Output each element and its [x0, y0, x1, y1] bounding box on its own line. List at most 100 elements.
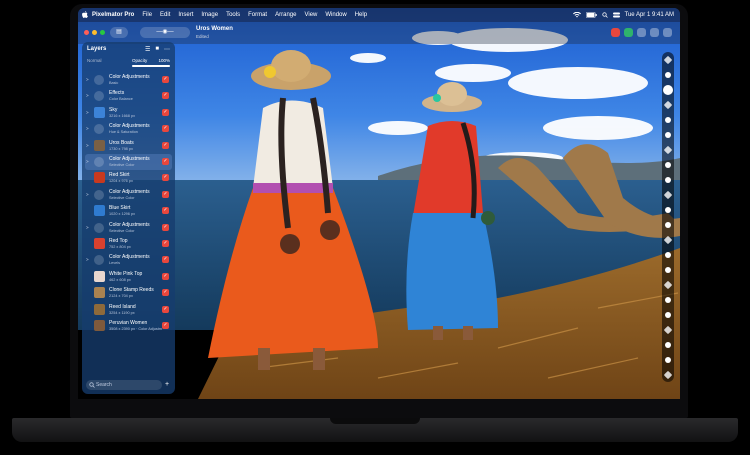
dodge-tool-icon[interactable]: [665, 297, 671, 303]
menu-insert[interactable]: Insert: [178, 12, 193, 18]
visibility-checkbox[interactable]: ✓: [162, 125, 169, 133]
visibility-checkbox[interactable]: ✓: [162, 240, 169, 247]
screen: Pixelmator Pro File Edit Insert Image To…: [78, 8, 680, 399]
format-icon[interactable]: [650, 28, 659, 37]
layer-row[interactable]: > Sky 3216 x 1668 px ✓: [85, 105, 172, 121]
tools-icon[interactable]: [663, 28, 672, 37]
disclosure-chevron-icon[interactable]: >: [86, 257, 89, 262]
menu-image[interactable]: Image: [201, 12, 218, 18]
paint-bucket-icon[interactable]: [665, 177, 671, 183]
gradient-tool-icon[interactable]: [663, 190, 673, 200]
visibility-checkbox[interactable]: ✓: [162, 141, 169, 149]
visibility-checkbox[interactable]: ✓: [162, 207, 169, 215]
red-eye-tool-icon[interactable]: [663, 325, 673, 335]
layers-square-icon[interactable]: ■: [155, 46, 159, 53]
disclosure-chevron-icon[interactable]: >: [86, 192, 89, 197]
brush-tool-icon[interactable]: [665, 117, 671, 123]
menubar-clock[interactable]: Tue Apr 1 9:41 AM: [625, 12, 674, 18]
layer-row[interactable]: Reed Island 3254 x 1190 px ✓: [85, 302, 172, 318]
more-icon[interactable]: ⋯: [164, 46, 170, 53]
layers-view-icon[interactable]: ☰: [145, 46, 150, 53]
opacity-value[interactable]: 100%: [158, 58, 170, 63]
visibility-checkbox[interactable]: ✓: [162, 289, 169, 297]
add-layer-button[interactable]: +: [163, 380, 171, 390]
disclosure-chevron-icon[interactable]: >: [86, 126, 89, 131]
pen-tool-icon[interactable]: [663, 235, 673, 245]
color-icon[interactable]: [611, 28, 620, 37]
visibility-checkbox[interactable]: ✓: [162, 190, 169, 198]
visibility-checkbox[interactable]: ✓: [162, 256, 169, 264]
menu-view[interactable]: View: [304, 12, 317, 18]
color-picker-icon[interactable]: [663, 370, 673, 380]
visibility-checkbox[interactable]: ✓: [162, 158, 169, 165]
menu-tools[interactable]: Tools: [226, 12, 240, 18]
blend-mode-select[interactable]: Normal: [87, 58, 102, 63]
layer-row[interactable]: > Color Adjustments Basic ✓: [85, 72, 172, 88]
eyedropper-icon[interactable]: [665, 252, 671, 258]
layer-row[interactable]: Red Top 752 x 804 px ✓: [85, 236, 172, 252]
text-tool-icon[interactable]: [665, 222, 671, 228]
layer-row[interactable]: > Uros Boats 1730 x 798 px ✓: [85, 138, 172, 154]
move-tool-icon[interactable]: [663, 55, 673, 65]
layer-row[interactable]: > Color Adjustments Selective Color ✓: [85, 187, 172, 203]
menu-arrange[interactable]: Arrange: [275, 12, 296, 18]
menu-file[interactable]: File: [142, 12, 152, 18]
menu-app-name[interactable]: Pixelmator Pro: [92, 12, 134, 18]
control-center-icon[interactable]: [612, 12, 620, 18]
visibility-checkbox[interactable]: ✓: [162, 92, 169, 100]
disclosure-chevron-icon[interactable]: >: [86, 110, 89, 115]
layer-row[interactable]: Red Skirt 1204 x 976 px ✓: [85, 170, 172, 186]
selection-tool-icon[interactable]: [665, 72, 671, 78]
layer-row[interactable]: > Color Adjustments Selective Color ✓: [85, 220, 172, 236]
layers-header-icons: ☰ ■ ⋯: [145, 46, 170, 53]
layers-search-input[interactable]: Search: [86, 380, 162, 390]
smudge-tool-icon[interactable]: [665, 267, 671, 273]
visibility-checkbox[interactable]: ✓: [162, 174, 169, 182]
opacity-slider[interactable]: [132, 65, 170, 67]
search-icon[interactable]: [601, 12, 608, 18]
close-window-button[interactable]: [84, 30, 89, 35]
crop-tool-icon[interactable]: [663, 100, 673, 110]
battery-icon[interactable]: [585, 12, 597, 18]
sponge-tool-icon[interactable]: [665, 312, 671, 318]
visibility-checkbox[interactable]: ✓: [162, 108, 169, 116]
zoom-window-button[interactable]: [100, 30, 105, 35]
clone-tool-icon[interactable]: [663, 145, 673, 155]
wifi-icon[interactable]: [572, 12, 581, 18]
disclosure-chevron-icon[interactable]: >: [86, 77, 89, 82]
visibility-checkbox[interactable]: ✓: [162, 322, 169, 329]
shape-tool-icon[interactable]: [665, 207, 671, 213]
disclosure-chevron-icon[interactable]: >: [86, 143, 89, 148]
sidebar-toggle-button[interactable]: ▤: [110, 27, 128, 38]
apple-logo-icon[interactable]: [78, 10, 92, 20]
layer-row[interactable]: Peruvian Women 3508 x 2390 px · Color Adj…: [85, 318, 172, 334]
menu-help[interactable]: Help: [355, 12, 367, 18]
menu-format[interactable]: Format: [248, 12, 267, 18]
visibility-checkbox[interactable]: ✓: [162, 223, 169, 231]
disclosure-chevron-icon[interactable]: >: [86, 93, 89, 98]
menu-window[interactable]: Window: [325, 12, 346, 18]
disclosure-chevron-icon[interactable]: >: [86, 225, 89, 230]
minimize-window-button[interactable]: [92, 30, 97, 35]
hand-tool-icon[interactable]: [665, 357, 671, 363]
layer-row[interactable]: > Effects Color Balance ✓: [85, 88, 172, 104]
layer-row[interactable]: White Pink Top 462 x 608 px ✓: [85, 269, 172, 285]
layer-row[interactable]: > Color Adjustments Hue & Saturation ✓: [85, 121, 172, 137]
sharpen-tool-icon[interactable]: [663, 280, 673, 290]
visibility-checkbox[interactable]: ✓: [162, 305, 169, 313]
disclosure-chevron-icon[interactable]: >: [86, 159, 89, 164]
zoom-slider[interactable]: ―◉―: [140, 27, 190, 38]
repair-tool-icon[interactable]: [665, 162, 671, 168]
layer-row[interactable]: Clone Stamp Reeds 2124 x 704 px ✓: [85, 285, 172, 301]
visibility-checkbox[interactable]: ✓: [162, 76, 169, 83]
share-icon[interactable]: [624, 28, 633, 37]
panel-icon[interactable]: [637, 28, 646, 37]
layer-row[interactable]: > Color Adjustments Selective Color ✓: [85, 154, 172, 170]
layer-row[interactable]: Blue Skirt 1020 x 1296 px ✓: [85, 203, 172, 219]
layer-row[interactable]: > Color Adjustments Levels ✓: [85, 252, 172, 268]
zoom-tool-icon[interactable]: [665, 342, 671, 348]
visibility-checkbox[interactable]: ✓: [162, 272, 169, 280]
menu-edit[interactable]: Edit: [160, 12, 170, 18]
eraser-tool-icon[interactable]: [665, 132, 671, 138]
active-tool-icon[interactable]: [663, 85, 673, 95]
